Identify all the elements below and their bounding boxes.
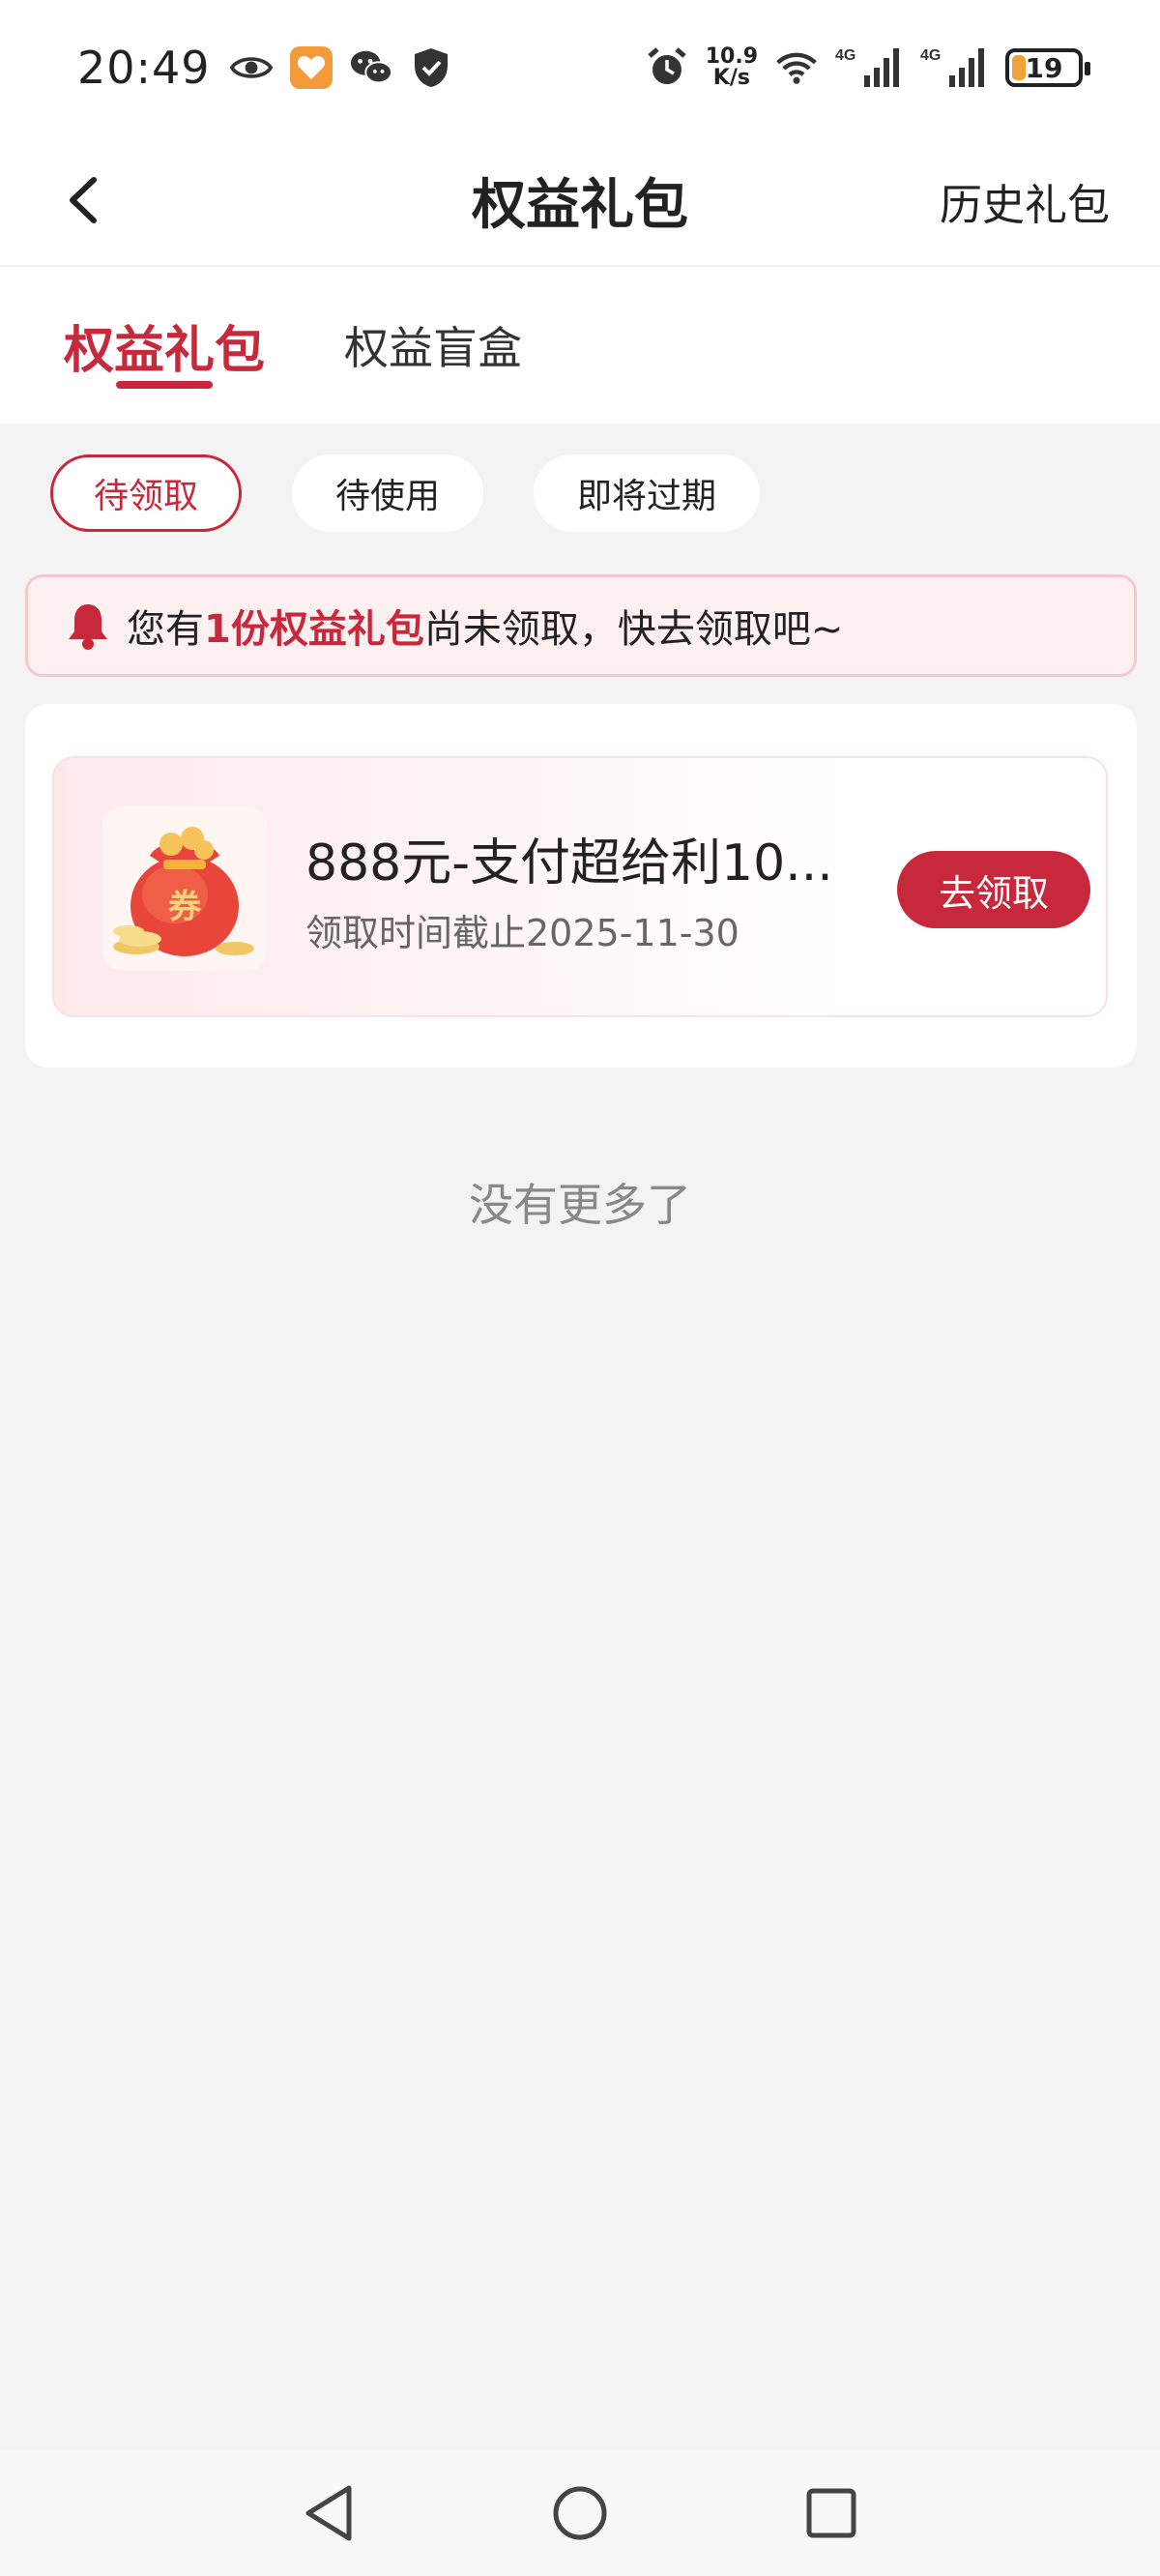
- gift-item[interactable]: 券 888元-支付超给利10... 领取时间截止2025-11-30 去领取: [52, 756, 1108, 1017]
- signal-icon: 4G: [835, 46, 903, 89]
- battery-level: 19: [1025, 51, 1063, 84]
- shield-check-icon: [410, 46, 452, 89]
- status-left-icons: [229, 46, 452, 89]
- signal-icon-2: 4G: [920, 46, 988, 89]
- filter-chips: 待领取 待使用 即将过期: [50, 454, 761, 532]
- app-root: 20:49 10.9 K/s 4G 4G 19 权益礼包 历史礼包 权益礼包 权…: [0, 0, 1160, 2576]
- circle-home-icon[interactable]: [546, 2479, 614, 2547]
- notice-highlight: 1份权益礼包: [204, 607, 424, 652]
- history-gifts-link[interactable]: 历史礼包: [940, 135, 1110, 267]
- system-nav-bar: [0, 2450, 1160, 2576]
- triangle-back-icon[interactable]: [295, 2479, 362, 2547]
- filter-pending-use[interactable]: 待使用: [292, 454, 484, 532]
- net-speed-unit: K/s: [712, 66, 750, 90]
- tab-bar: 权益礼包 权益盲盒: [0, 267, 1160, 424]
- net-speed-value: 10.9: [705, 44, 758, 69]
- gift-title: 888元-支付超给利10...: [305, 834, 833, 893]
- signal-1-label: 4G: [835, 47, 856, 64]
- status-right-icons: 10.9 K/s 4G 4G 19: [646, 46, 1090, 89]
- status-bar: 20:49 10.9 K/s 4G 4G 19: [0, 0, 1160, 135]
- wifi-icon: [775, 46, 818, 89]
- coupon-bag-icon: 券: [102, 806, 267, 971]
- tab-benefit-blind-box[interactable]: 权益盲盒: [344, 313, 522, 400]
- filter-expiring-soon[interactable]: 即将过期: [534, 454, 761, 532]
- thumb-badge: 券: [168, 888, 202, 926]
- notice-banner: 您有 1份权益礼包 尚未领取，快去领取吧~: [25, 574, 1137, 677]
- chevron-left-icon: [70, 177, 97, 223]
- signal-2-label: 4G: [920, 47, 941, 64]
- battery-icon: 19: [1005, 48, 1090, 87]
- back-button[interactable]: [48, 166, 116, 234]
- alarm-icon: [646, 46, 688, 89]
- tab-benefit-gift[interactable]: 权益礼包: [64, 309, 265, 396]
- gift-list-card: 券 888元-支付超给利10... 领取时间截止2025-11-30 去领取: [25, 704, 1137, 1068]
- eye-icon: [229, 46, 273, 89]
- claim-button[interactable]: 去领取: [897, 851, 1090, 928]
- wechat-icon: [350, 46, 392, 89]
- nav-bar: 权益礼包 历史礼包: [0, 135, 1160, 267]
- square-recent-icon[interactable]: [798, 2479, 865, 2547]
- list-end-text: 没有更多了: [469, 1179, 691, 1231]
- gift-deadline: 领取时间截止2025-11-30: [305, 912, 740, 954]
- notice-suffix: 尚未领取，快去领取吧~: [423, 607, 844, 652]
- status-time: 20:49: [77, 42, 211, 94]
- filter-pending-claim[interactable]: 待领取: [50, 454, 243, 532]
- notice-prefix: 您有: [127, 607, 204, 652]
- bell-icon: [63, 600, 113, 651]
- health-app-icon: [289, 46, 333, 89]
- net-speed: 10.9 K/s: [706, 46, 758, 89]
